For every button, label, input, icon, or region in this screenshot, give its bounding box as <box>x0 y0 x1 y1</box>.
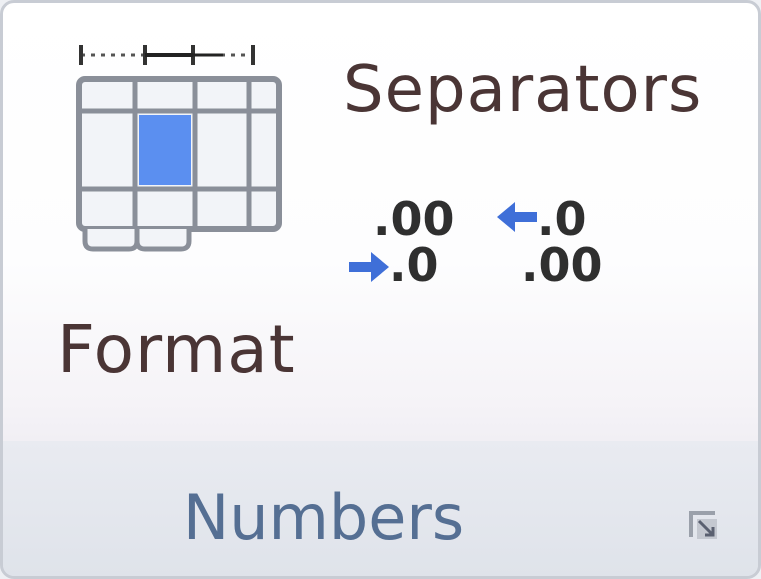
separators-button[interactable]: Separators <box>343 53 702 127</box>
separators-button-label: Separators <box>343 53 703 127</box>
dialog-launcher-icon[interactable] <box>685 507 721 543</box>
increase-decimal-bottom-text: .0 <box>389 238 439 292</box>
numbers-ribbon-group: Format Separators .00 .0 .0 .00 Numbers <box>0 0 761 579</box>
increase-decimal-top-text: .00 <box>373 192 455 246</box>
decrease-decimal-top-text: .0 <box>537 192 587 246</box>
decrease-decimal-bottom-text: .00 <box>521 238 603 292</box>
decrease-decimal-button[interactable]: .0 .00 <box>493 188 613 298</box>
table-format-icon <box>76 45 282 252</box>
format-button-label: Format <box>57 311 296 388</box>
increase-decimal-button[interactable]: .00 .0 <box>345 188 465 298</box>
format-button[interactable]: Format <box>47 33 317 388</box>
group-label: Numbers <box>182 481 465 554</box>
